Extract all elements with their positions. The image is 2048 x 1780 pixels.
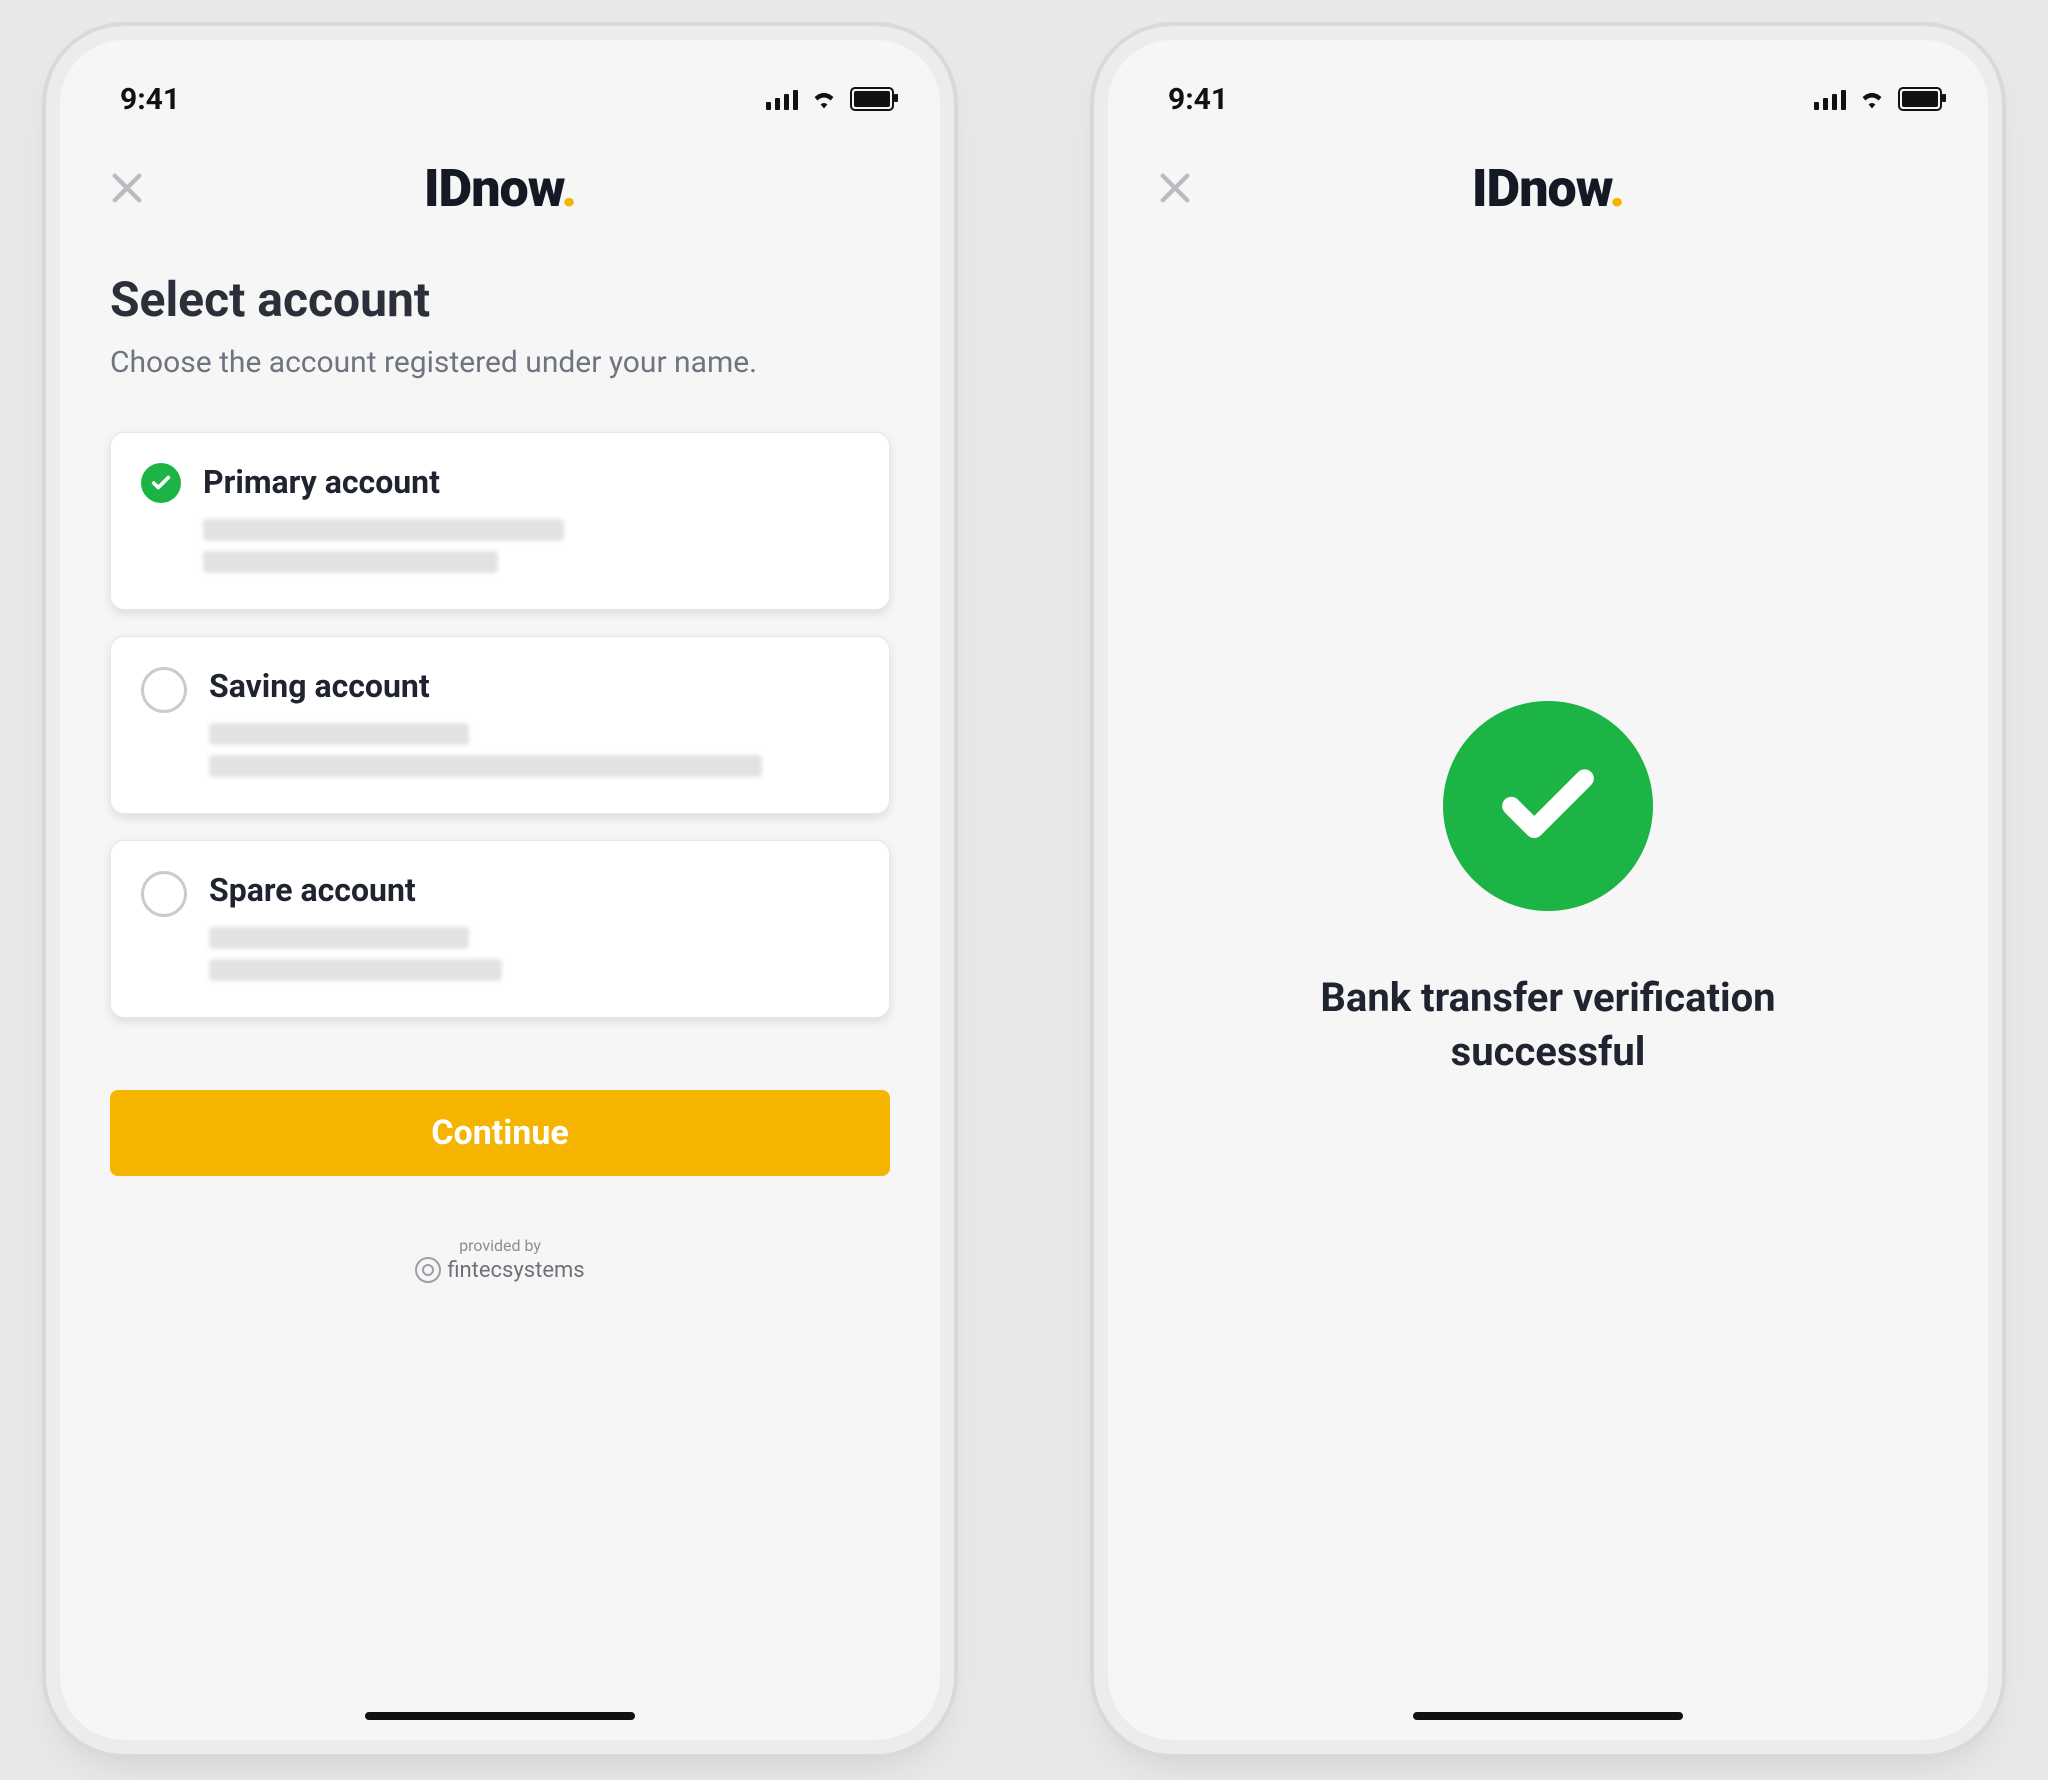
success-message: Bank transfer verification successful — [1238, 971, 1858, 1079]
header: IDnow. — [60, 134, 940, 241]
redacted-line — [209, 927, 469, 949]
battery-icon — [1898, 87, 1942, 111]
header: IDnow. — [1108, 134, 1988, 241]
provided-label: provided by — [459, 1236, 541, 1255]
redacted-line — [209, 755, 762, 777]
battery-icon — [850, 87, 894, 111]
wifi-icon — [1858, 82, 1886, 117]
clock: 9:41 — [1168, 82, 1228, 117]
account-option-primary[interactable]: Primary account — [110, 432, 890, 610]
phone-select-account: 9:41 IDnow. Select account Choose the ac — [60, 40, 940, 1740]
cellular-signal-icon — [766, 88, 798, 110]
provided-vendor: fintecsystems — [447, 1258, 584, 1283]
brand-dot: . — [561, 158, 576, 219]
close-icon[interactable] — [106, 167, 148, 209]
account-option-saving[interactable]: Saving account — [110, 636, 890, 814]
radio-selected-icon — [141, 463, 181, 503]
page-subtitle: Choose the account registered under your… — [110, 342, 890, 384]
status-bar: 9:41 — [1108, 40, 1988, 134]
redacted-line — [209, 959, 502, 981]
account-label: Saving account — [209, 667, 859, 705]
account-option-spare[interactable]: Spare account — [110, 840, 890, 1018]
cellular-signal-icon — [1814, 88, 1846, 110]
account-list: Primary account Saving account — [110, 432, 890, 1018]
fintecsystems-logo: fintecsystems — [415, 1257, 584, 1283]
brand-logo: IDnow. — [424, 158, 576, 219]
continue-button[interactable]: Continue — [110, 1090, 890, 1176]
wifi-icon — [810, 82, 838, 117]
provided-by: provided by fintecsystems — [110, 1236, 890, 1283]
page-title: Select account — [110, 271, 890, 328]
phone-success: 9:41 IDnow. Bank transf — [1108, 40, 1988, 1740]
redacted-line — [203, 551, 498, 573]
account-label: Primary account — [203, 463, 859, 501]
brand-logo: IDnow. — [1472, 158, 1624, 219]
clock: 9:41 — [120, 82, 180, 117]
radio-unselected-icon — [141, 667, 187, 713]
brand-name: IDnow — [424, 158, 562, 219]
home-indicator[interactable] — [1413, 1712, 1683, 1720]
brand-name: IDnow — [1472, 158, 1610, 219]
close-icon[interactable] — [1154, 167, 1196, 209]
redacted-line — [209, 723, 469, 745]
brand-dot: . — [1609, 158, 1624, 219]
status-bar: 9:41 — [60, 40, 940, 134]
fintecsystems-icon — [415, 1257, 441, 1283]
redacted-line — [203, 519, 564, 541]
account-label: Spare account — [209, 871, 859, 909]
success-check-icon — [1443, 701, 1653, 911]
radio-unselected-icon — [141, 871, 187, 917]
home-indicator[interactable] — [365, 1712, 635, 1720]
